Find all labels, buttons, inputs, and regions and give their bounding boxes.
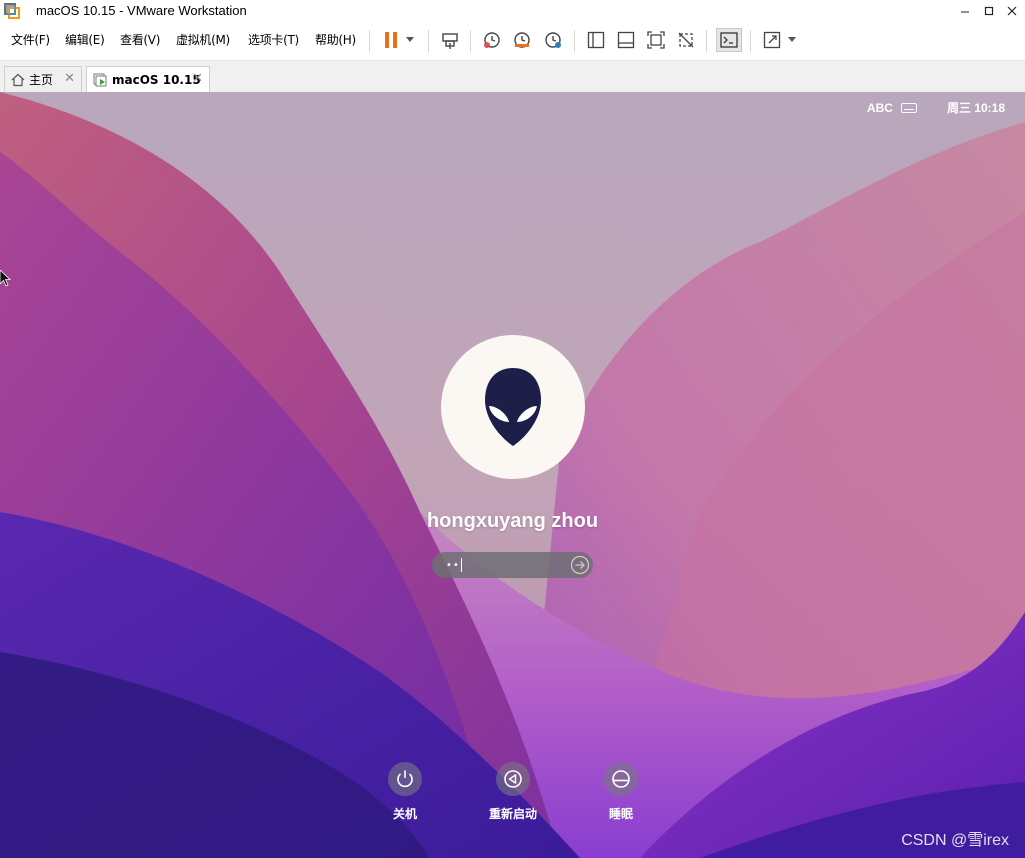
window-title: macOS 10.15 - VMware Workstation xyxy=(36,3,247,18)
close-icon xyxy=(1007,6,1017,16)
shutdown-icon xyxy=(397,770,413,788)
tab-bar: 主页 ✕ macOS 10.15 ✕ xyxy=(0,61,1025,93)
unity-icon xyxy=(678,32,694,48)
console-view-button[interactable] xyxy=(716,28,742,52)
tab-home[interactable]: 主页 ✕ xyxy=(4,66,82,92)
alien-avatar-icon xyxy=(485,368,541,446)
fullscreen-icon xyxy=(647,31,665,49)
close-tab-icon[interactable]: ✕ xyxy=(64,71,75,86)
toolbar-separator xyxy=(750,30,751,52)
input-source-label[interactable]: ABC xyxy=(867,101,893,115)
text-cursor xyxy=(460,558,462,572)
restart-label: 重新启动 xyxy=(488,807,537,821)
sleep-button[interactable]: 睡眠 xyxy=(591,762,651,822)
revert-snapshot-button[interactable] xyxy=(509,28,535,52)
console-icon xyxy=(720,32,738,48)
macos-status-area: ABC 周三 10:18 xyxy=(867,99,1005,116)
restart-circle xyxy=(496,762,530,796)
close-button[interactable] xyxy=(1000,0,1024,22)
take-snapshot-button[interactable] xyxy=(479,28,505,52)
dropdown-icon xyxy=(406,37,414,42)
toolbar-separator xyxy=(369,30,370,52)
library-icon xyxy=(587,31,605,49)
home-icon xyxy=(11,73,25,86)
shutdown-circle xyxy=(388,762,422,796)
keyboard-icon xyxy=(900,102,917,113)
maximize-button[interactable] xyxy=(977,0,1001,22)
watermark: CSDN @雪irex xyxy=(901,832,1009,849)
thumbnail-bar-icon xyxy=(617,31,635,49)
close-tab-icon[interactable]: ✕ xyxy=(192,71,203,86)
minimize-button[interactable] xyxy=(953,0,977,22)
toolbar-separator xyxy=(428,30,429,52)
show-library-button[interactable] xyxy=(583,28,609,52)
pause-icon xyxy=(385,32,397,48)
dropdown-icon xyxy=(788,37,796,42)
tab-label: 主页 xyxy=(29,73,54,87)
snapshot-icon xyxy=(484,32,500,48)
sleep-icon xyxy=(612,770,630,788)
fullscreen-button[interactable] xyxy=(643,28,669,52)
stretch-icon xyxy=(763,31,781,49)
tab-label: macOS 10.15 xyxy=(112,72,201,87)
tab-macos[interactable]: macOS 10.15 ✕ xyxy=(86,66,210,92)
snapshot-manager-button[interactable] xyxy=(540,28,566,52)
menu-vm[interactable]: 虚拟机(M) xyxy=(176,31,230,48)
vmware-icon xyxy=(4,3,20,19)
toolbar-separator xyxy=(574,30,575,52)
mouse-pointer-icon xyxy=(0,270,12,287)
stretch-dropdown[interactable] xyxy=(782,28,802,52)
menu-help[interactable]: 帮助(H) xyxy=(315,31,356,48)
menu-view[interactable]: 查看(V) xyxy=(120,31,160,48)
toolbar-separator xyxy=(706,30,707,52)
restart-button[interactable]: 重新启动 xyxy=(483,762,543,822)
vm-display[interactable]: ABC 周三 10:18 hongxuyang zhou •• 关机 重新启动 … xyxy=(0,92,1025,858)
clock: 周三 10:18 xyxy=(946,101,1005,115)
menu-edit[interactable]: 编辑(E) xyxy=(65,31,105,48)
username-label: hongxuyang zhou xyxy=(426,510,599,532)
toolbar-separator xyxy=(470,30,471,52)
menu-tabs[interactable]: 选项卡(T) xyxy=(248,31,299,48)
menu-file[interactable]: 文件(F) xyxy=(11,31,50,48)
sleep-label: 睡眠 xyxy=(608,807,633,821)
password-input[interactable]: •• xyxy=(432,552,593,578)
power-dropdown[interactable] xyxy=(400,28,420,52)
maximize-icon xyxy=(984,6,994,16)
unity-button[interactable] xyxy=(673,28,699,52)
menu-toolbar: 文件(F) 编辑(E) 查看(V) 虚拟机(M) 选项卡(T) 帮助(H) xyxy=(0,22,1025,61)
shutdown-label: 关机 xyxy=(392,807,417,821)
shutdown-button[interactable]: 关机 xyxy=(375,762,435,822)
user-avatar[interactable] xyxy=(441,335,585,479)
vm-running-icon xyxy=(93,73,107,86)
minimize-icon xyxy=(961,11,969,13)
snapshot-manager-icon xyxy=(545,32,561,48)
sleep-circle xyxy=(604,762,638,796)
thumbnail-bar-button[interactable] xyxy=(613,28,639,52)
password-value: •• xyxy=(446,559,460,571)
send-ctrl-alt-del-button[interactable] xyxy=(437,28,463,52)
window-titlebar: macOS 10.15 - VMware Workstation xyxy=(0,0,1025,22)
submit-arrow-icon[interactable] xyxy=(570,555,590,575)
revert-snapshot-icon xyxy=(514,32,530,48)
send-keys-icon xyxy=(442,33,458,49)
restart-icon xyxy=(504,770,522,788)
